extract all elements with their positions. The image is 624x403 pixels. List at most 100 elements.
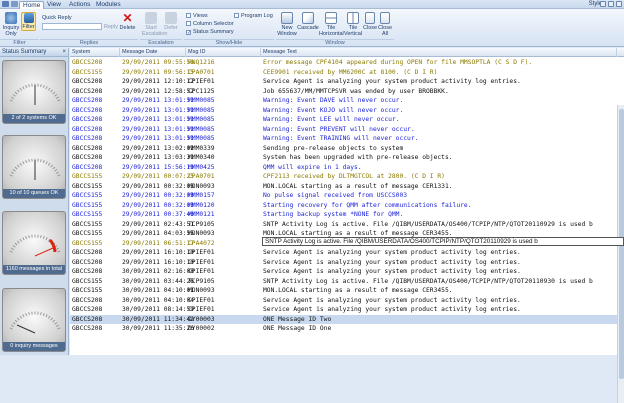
row-date-cell: 29/09/2011 06:51:17 xyxy=(122,239,195,247)
row-msg-id-cell: MON0093 xyxy=(188,230,215,237)
app-menu-icon[interactable] xyxy=(2,1,9,7)
table-row[interactable]: GBCCS208 29/09/2011 16:10:10 CPIEF01 Servic… xyxy=(70,258,617,268)
row-date-cell: 30/09/2011 11:35:26 xyxy=(122,325,195,332)
escalation-group-label: Escalation xyxy=(140,39,182,46)
row-text-cell: No pulse signal received from USCCS003 xyxy=(263,192,408,199)
systems-gauge[interactable]: 2 of 2 systems OK xyxy=(2,60,66,124)
filter-button[interactable]: Filter xyxy=(21,12,36,31)
quick-reply-input[interactable] xyxy=(42,23,102,30)
tile-horizontal-label: Tile Horizontal xyxy=(319,25,344,37)
row-text-cell: System has been upgraded with pre-releas… xyxy=(263,154,453,161)
table-row[interactable]: GBCCS208 30/09/2011 11:34:42 DY00003 ONE Me… xyxy=(70,314,617,324)
row-text-cell: Warning: Event DAVE will never occur. xyxy=(263,97,404,104)
table-row[interactable]: GBCCS208 30/09/2011 08:14:59 CPIEF01 Servic… xyxy=(70,305,617,315)
table-row[interactable]: GBCCS208 29/09/2011 13:01:51 MMM0085 Warnin… xyxy=(70,96,617,106)
row-text-cell: CEE9901 received by MM6200C at 8100. (C … xyxy=(263,68,438,76)
row-msg-id-cell: DY00003 xyxy=(188,315,215,323)
table-row[interactable]: GBCCS208 29/09/2011 13:02:02 MMM0339 Sendin… xyxy=(70,144,617,154)
table-row[interactable]: GBCCS208 29/09/2011 13:01:51 MMM0085 Warnin… xyxy=(70,106,617,116)
close-icon[interactable] xyxy=(616,1,622,7)
inquiry-only-button[interactable]: Inquiry Only xyxy=(2,12,20,37)
row-msg-id-cell: RNQ1216 xyxy=(188,59,215,66)
table-row[interactable]: GBCCS208 29/09/2011 15:56:15 MMM0425 QMM wi… xyxy=(70,163,617,173)
vertical-scrollbar[interactable] xyxy=(617,105,624,403)
table-row[interactable]: GBCCS208 29/09/2011 09:55:58 RNQ1216 Error … xyxy=(70,58,617,68)
delete-button[interactable]: ✕ Delete xyxy=(119,12,136,31)
cascade-label: Cascade xyxy=(297,25,319,31)
row-msg-id-cell: CPA0701 xyxy=(188,68,215,76)
program-log-checkbox[interactable]: Program Log xyxy=(234,13,273,20)
gauge-caption: 1160 messages in total xyxy=(3,265,65,274)
help-icon[interactable] xyxy=(600,1,606,7)
quick-access-icon[interactable] xyxy=(11,1,18,7)
gauge-dial-icon xyxy=(9,234,61,257)
close-window-icon xyxy=(365,12,375,24)
tab-view[interactable]: View xyxy=(44,1,64,9)
table-row[interactable]: GBCCS208 29/09/2011 13:01:51 MMM0085 Warnin… xyxy=(70,115,617,125)
table-row[interactable]: GBCCS155 30/09/2011 03:44:26 TCP9105 SNTP A… xyxy=(70,277,617,287)
row-text-cell: SNTP Activity Log is active. File /QIBM/… xyxy=(263,220,593,228)
row-msg-id-cell: CPA0701 xyxy=(188,173,215,180)
column-header-msg-id[interactable]: Msg ID xyxy=(186,48,261,57)
queues-gauge[interactable]: 10 of 10 queues OK xyxy=(2,135,66,199)
column-selector-label: Column Selector xyxy=(193,21,234,27)
table-row[interactable]: GBCCS155 29/09/2011 00:37:46 MMM0121 Starti… xyxy=(70,210,617,220)
column-header-message-text[interactable]: Message Text xyxy=(261,48,617,57)
close-all-button[interactable]: Close All xyxy=(377,12,393,37)
reply-button[interactable]: Reply xyxy=(104,24,118,30)
replies-group-label: Replies xyxy=(40,39,138,46)
row-msg-id-cell: CPC1125 xyxy=(188,87,215,95)
pin-icon[interactable]: × xyxy=(62,48,66,57)
table-row[interactable]: GBCCS155 29/09/2011 00:32:03 MMM0120 Starti… xyxy=(70,201,617,211)
row-msg-id-cell: TCP9105 xyxy=(188,277,215,285)
table-row[interactable]: GBCCS208 29/09/2011 12:58:52 CPC1125 Job 65… xyxy=(70,87,617,97)
row-date-cell: 30/09/2011 04:10:04 xyxy=(122,296,195,304)
row-system-cell: GBCCS208 xyxy=(72,325,103,332)
row-text-cell: Warning: Event TRAINING will never occur… xyxy=(263,135,419,142)
cascade-icon xyxy=(302,12,314,24)
start-escalation-button[interactable]: Start Escalation xyxy=(142,12,167,37)
row-date-cell: 29/09/2011 02:43:51 xyxy=(122,220,195,228)
tab-actions[interactable]: Actions xyxy=(66,1,93,9)
column-header-message-date[interactable]: Message Date xyxy=(120,48,186,57)
table-row[interactable]: GBCCS208 29/09/2011 16:10:10 CPIEF01 Servic… xyxy=(70,248,617,258)
column-header-system[interactable]: System xyxy=(70,48,120,57)
close-window-button[interactable]: Close xyxy=(363,12,377,31)
tab-modules[interactable]: Modules xyxy=(93,1,124,9)
minimize-icon[interactable] xyxy=(608,1,614,7)
new-window-button[interactable]: New Window xyxy=(277,12,297,37)
filter-label: Filter xyxy=(22,24,35,30)
table-row[interactable]: GBCCS155 29/09/2011 00:07:25 CPA0701 CPF211… xyxy=(70,172,617,182)
row-date-cell: 29/09/2011 04:03:55 xyxy=(122,230,195,237)
table-row[interactable]: GBCCS208 30/09/2011 04:10:04 CPIEF01 Servic… xyxy=(70,296,617,306)
tile-vertical-button[interactable]: Tile Vertical xyxy=(343,12,363,37)
table-row[interactable]: GBCCS155 30/09/2011 04:10:01 MON0093 MON.LO… xyxy=(70,286,617,296)
messages-gauge[interactable]: 1160 messages in total xyxy=(2,211,66,275)
table-row[interactable]: GBCCS155 29/09/2011 00:32:03 MON0093 MON.LO… xyxy=(70,182,617,192)
tile-horizontal-button[interactable]: Tile Horizontal xyxy=(319,12,344,37)
table-row[interactable]: GBCCS208 30/09/2011 11:35:26 DY00002 ONE Me… xyxy=(70,324,617,334)
table-row[interactable]: GBCCS208 29/09/2011 13:01:51 MMM0085 Warnin… xyxy=(70,125,617,135)
reply-label: Reply xyxy=(104,24,119,30)
quick-reply-button[interactable]: Quick Reply xyxy=(42,15,72,21)
defer-button[interactable]: Defer xyxy=(163,12,179,31)
checkbox-icon xyxy=(186,21,191,26)
tab-home[interactable]: Home xyxy=(19,1,45,9)
table-row[interactable]: GBCCS208 30/09/2011 02:16:08 CPIEF01 Servic… xyxy=(70,267,617,277)
cascade-button[interactable]: Cascade xyxy=(297,12,319,31)
gauge-caption: 0 inquiry messages xyxy=(3,342,65,351)
row-date-cell: 29/09/2011 00:32:03 xyxy=(122,201,195,209)
table-row[interactable]: GBCCS208 29/09/2011 13:01:51 MMM0085 Warnin… xyxy=(70,134,617,144)
inquiry-gauge[interactable]: 0 inquiry messages xyxy=(2,288,66,352)
table-row[interactable]: GBCCS155 29/09/2011 09:56:15 CPA0701 CEE990… xyxy=(70,68,617,78)
table-row[interactable]: GBCCS155 29/09/2011 00:32:03 MMM0157 No pul… xyxy=(70,191,617,201)
views-checkbox[interactable]: Views xyxy=(186,13,208,20)
table-row[interactable]: GBCCS208 29/09/2011 12:10:12 CPIEF01 Servic… xyxy=(70,77,617,87)
row-date-cell: 29/09/2011 13:01:51 xyxy=(122,135,195,142)
column-selector-checkbox[interactable]: Column Selector xyxy=(186,21,234,28)
row-text-cell: Starting backup system *NONE for QMM. xyxy=(263,211,404,218)
status-summary-checkbox[interactable]: ✓ Status Summary xyxy=(186,29,234,36)
table-row[interactable]: GBCCS208 29/09/2011 13:03:31 MMM0340 System… xyxy=(70,153,617,163)
row-text-cell: Job 655637/MM/MMTCPSVR was ended by user… xyxy=(263,87,449,95)
table-row[interactable]: GBCCS155 29/09/2011 02:43:51 TCP9105 SNTP A… xyxy=(70,220,617,230)
